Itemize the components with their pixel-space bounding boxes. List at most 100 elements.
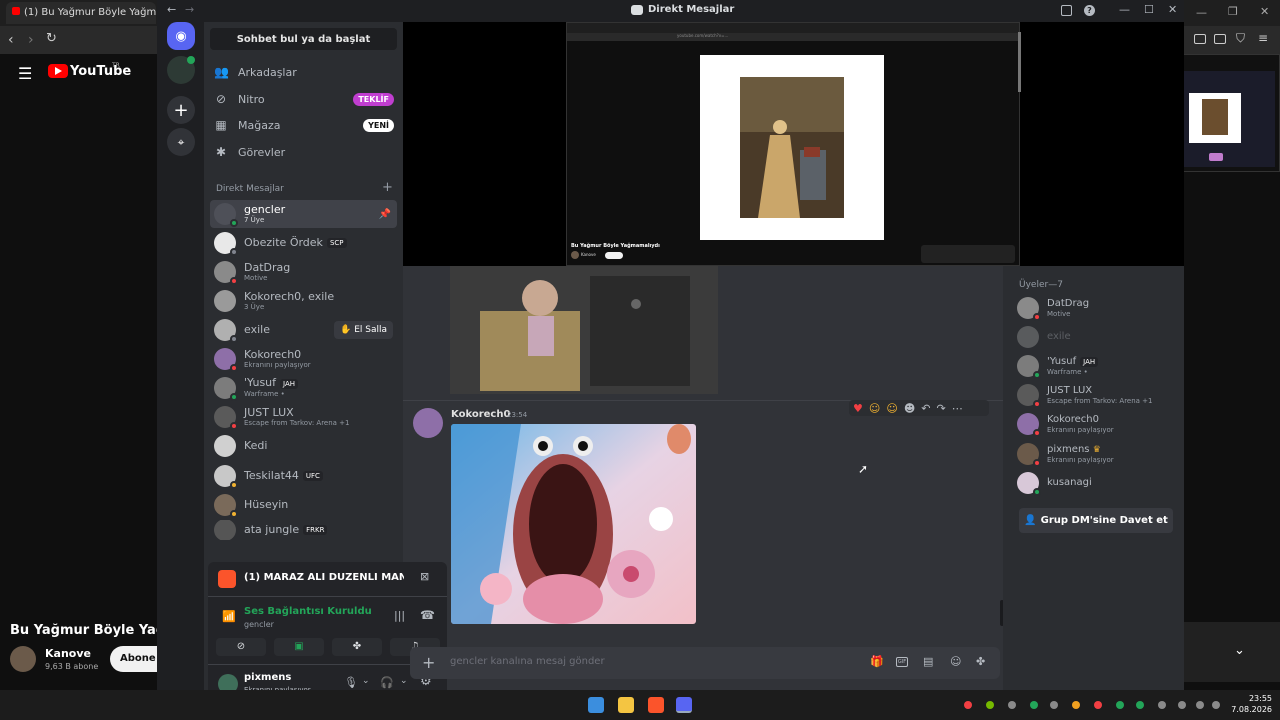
member-yusuf[interactable]: 'Yusuf JAH Warframe • bbox=[1017, 353, 1167, 379]
start-icon[interactable] bbox=[588, 697, 604, 713]
dm-item-kokorech0-exile[interactable]: Kokorech0, exile 3 Üye bbox=[210, 287, 397, 315]
message-input[interactable]: gencler kanalına mesaj gönder bbox=[450, 656, 605, 667]
dm-item-datdrag[interactable]: DatDrag Motive bbox=[210, 258, 397, 286]
shield-icon[interactable]: ⛉ bbox=[1236, 31, 1245, 46]
camera-button[interactable]: ⊘ bbox=[216, 638, 266, 656]
dm-item-yusuf[interactable]: 'Yusuf JAH Warframe • bbox=[210, 374, 397, 402]
volume-icon[interactable] bbox=[1196, 701, 1204, 709]
message-image-hawking[interactable] bbox=[450, 266, 718, 394]
nav-quests[interactable]: ✱ Görevler bbox=[214, 140, 394, 164]
more-options-icon[interactable]: ⋯ bbox=[952, 402, 963, 415]
stream-title[interactable]: (1) MARAZ ALİ DÜZENLİ MANİTA -... bbox=[244, 572, 404, 583]
nav-shop[interactable]: ▦ Mağaza YENİ bbox=[214, 113, 394, 137]
nvidia-icon[interactable] bbox=[986, 701, 994, 709]
reload-icon[interactable]: ↻ bbox=[46, 31, 57, 46]
sidebar-icon[interactable] bbox=[1194, 34, 1206, 44]
help-icon[interactable]: ? bbox=[1084, 5, 1095, 16]
dm-item-huseyin[interactable]: Hüseyin bbox=[210, 491, 397, 519]
explore-icon[interactable]: ⌖ bbox=[167, 128, 195, 156]
message-image-frog[interactable] bbox=[451, 424, 696, 624]
dm-item-gencler[interactable]: gencler 7 Üye 📌 bbox=[210, 200, 397, 228]
dm-item-kokorech0[interactable]: Kokorech0 Ekranını paylaşıyor bbox=[210, 345, 397, 373]
inbox-icon[interactable] bbox=[1061, 5, 1072, 16]
attach-plus-icon[interactable]: + bbox=[422, 653, 435, 672]
close-icon[interactable]: ✕ bbox=[1168, 3, 1177, 16]
activities-button[interactable]: ✤ bbox=[332, 638, 382, 656]
dm-search-input[interactable]: Sohbet bul ya da başlat bbox=[210, 28, 397, 50]
member-pixmens[interactable]: pixmens ♛ Ekranını paylaşıyor bbox=[1017, 441, 1167, 467]
chevron-down-icon[interactable]: ⌄ bbox=[362, 676, 370, 686]
dm-item-ata-jungle[interactable]: ata jungle FRKR bbox=[210, 520, 397, 540]
voice-channel[interactable]: gencler bbox=[244, 620, 274, 629]
menu-icon[interactable]: ≡ bbox=[1258, 31, 1268, 45]
create-dm-icon[interactable]: + bbox=[382, 180, 393, 195]
brave-icon[interactable] bbox=[648, 697, 664, 713]
maximize-icon[interactable]: ☐ bbox=[1144, 3, 1154, 16]
add-server-icon[interactable]: + bbox=[167, 96, 195, 124]
nav-friends[interactable]: 👥 Arkadaşlar bbox=[214, 60, 394, 84]
youtube-logo-icon[interactable] bbox=[48, 64, 68, 78]
chevron-down-icon[interactable]: ⌄ bbox=[400, 676, 408, 686]
add-reaction-icon[interactable]: ☻ bbox=[904, 402, 915, 415]
pin-icon[interactable]: 📌 bbox=[379, 209, 391, 220]
tray-icon[interactable] bbox=[1030, 701, 1038, 709]
member-datdrag[interactable]: DatDrag Motive bbox=[1017, 295, 1167, 321]
menu-icon[interactable]: ☰ bbox=[18, 64, 32, 83]
dm-item-exile[interactable]: exile ✋ El Salla bbox=[210, 316, 397, 344]
server-icon[interactable] bbox=[167, 56, 195, 84]
author-avatar[interactable] bbox=[413, 408, 443, 438]
voice-status[interactable]: Ses Bağlantısı Kuruldu bbox=[244, 606, 372, 617]
gif-icon[interactable]: GIF bbox=[896, 657, 908, 667]
headphones-icon[interactable]: 🎧 bbox=[380, 676, 394, 689]
emoji-icon[interactable]: ☺ bbox=[950, 655, 961, 668]
microphone-icon[interactable]: 🎙 bbox=[344, 676, 358, 689]
tray-icon[interactable] bbox=[1072, 701, 1080, 709]
discord-icon[interactable] bbox=[676, 697, 692, 713]
dm-item-obezite-ordek[interactable]: Obezite Ördek SCP bbox=[210, 229, 397, 257]
dm-item-teskilat44[interactable]: Teskilat44 UFC bbox=[210, 462, 397, 490]
invite-to-group-button[interactable]: 👤 Grup DM'sine Davet et bbox=[1019, 508, 1173, 533]
back-icon[interactable]: ‹ bbox=[8, 32, 14, 48]
file-explorer-icon[interactable] bbox=[618, 697, 634, 713]
tray-icon[interactable] bbox=[1050, 701, 1058, 709]
message-author[interactable]: Kokorech0 bbox=[451, 409, 510, 420]
forward-icon[interactable]: › bbox=[28, 32, 34, 48]
dm-item-kedi[interactable]: Kedi bbox=[210, 432, 397, 460]
discord-home-icon[interactable]: ◉ bbox=[167, 22, 195, 50]
wallet-icon[interactable] bbox=[1214, 34, 1226, 44]
battery-icon[interactable] bbox=[1212, 701, 1220, 709]
microphone-tray-icon[interactable] bbox=[1158, 701, 1166, 709]
screen-share-button[interactable]: ▣ bbox=[274, 638, 324, 656]
clock-time[interactable]: 23:55 bbox=[1232, 694, 1272, 703]
network-icon[interactable] bbox=[1178, 701, 1186, 709]
tray-icon[interactable] bbox=[1116, 701, 1124, 709]
tray-icon[interactable] bbox=[1094, 701, 1102, 709]
apps-icon[interactable]: ✤ bbox=[976, 655, 985, 668]
wave-button[interactable]: ✋ El Salla bbox=[334, 321, 393, 339]
nav-nitro[interactable]: ⊘ Nitro TEKLİF bbox=[214, 87, 394, 111]
member-exile[interactable]: exile bbox=[1017, 324, 1167, 350]
back-arrow-icon[interactable]: ← bbox=[167, 3, 176, 16]
tray-icon[interactable] bbox=[1008, 701, 1016, 709]
stream-viewer[interactable]: youtube.com/watch?v=... Bu Yağmur Böyle … bbox=[403, 22, 1184, 266]
close-icon[interactable]: ✕ bbox=[1260, 5, 1269, 18]
stream-scrollbar[interactable] bbox=[1018, 32, 1021, 92]
smirk-reaction-icon[interactable]: ☺ bbox=[886, 402, 897, 415]
member-kokorech0[interactable]: Kokorech0 Ekranını paylaşıyor bbox=[1017, 411, 1167, 437]
browser-tab[interactable]: (1) Bu Yağmur Böyle Yağmam bbox=[6, 2, 156, 24]
dm-item-just-lux[interactable]: JUST LUX Escape from Tarkov: Arena +1 bbox=[210, 403, 397, 431]
forward-icon[interactable]: ↷ bbox=[937, 402, 946, 415]
sticker-icon[interactable]: ▤ bbox=[923, 655, 933, 668]
reply-icon[interactable]: ↶ bbox=[921, 402, 930, 415]
forward-arrow-icon[interactable]: → bbox=[185, 3, 194, 16]
tray-icon[interactable] bbox=[964, 701, 972, 709]
channel-name[interactable]: Kanove bbox=[45, 647, 91, 660]
clock-date[interactable]: 7.08.2026 bbox=[1222, 705, 1272, 714]
thinking-reaction-icon[interactable]: ☺ bbox=[869, 402, 880, 415]
member-just-lux[interactable]: JUST LUX Escape from Tarkov: Arena +1 bbox=[1017, 382, 1167, 408]
member-kusanagi[interactable]: kusanagi bbox=[1017, 470, 1167, 496]
gift-icon[interactable]: 🎁 bbox=[870, 655, 884, 668]
minimize-icon[interactable]: — bbox=[1196, 6, 1207, 19]
chevron-down-icon[interactable]: ⌄ bbox=[1234, 643, 1245, 658]
minimize-icon[interactable]: — bbox=[1119, 3, 1130, 16]
